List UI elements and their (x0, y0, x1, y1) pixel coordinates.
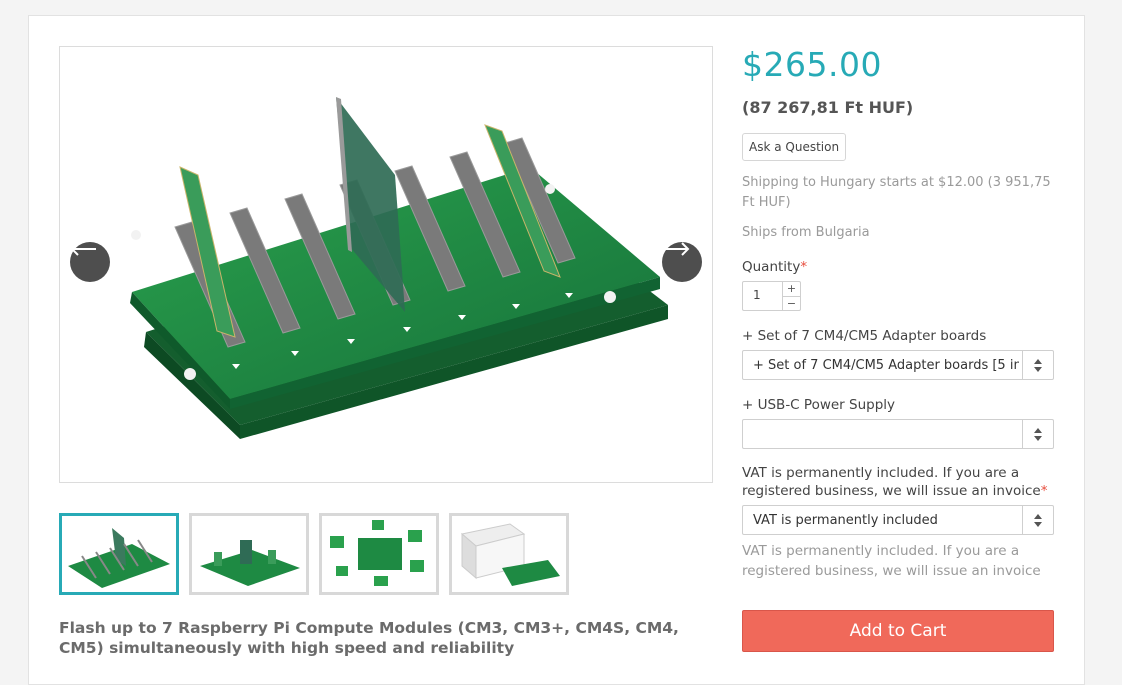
select-arrows-icon (1022, 506, 1053, 534)
shipping-info: Shipping to Hungary starts at $12.00 (3 … (742, 175, 1051, 210)
quantity-input[interactable]: 1 (753, 288, 761, 302)
vat-select-value: VAT is permanently included (753, 513, 938, 528)
product-card: Flash up to 7 Raspberry Pi Compute Modul… (28, 15, 1085, 685)
product-photo (130, 97, 668, 439)
vat-select[interactable]: VAT is permanently included (742, 505, 1054, 535)
thumbnail-4[interactable] (449, 513, 569, 595)
required-mark: * (1040, 483, 1048, 499)
arrow-right-icon (664, 242, 690, 256)
ships-from: Ships from Bulgaria (742, 225, 870, 240)
required-mark: * (800, 259, 808, 275)
price-local-currency: (87 267,81 Ft HUF) (742, 98, 914, 117)
thumbnail-image (460, 523, 560, 586)
thumbnail-1[interactable] (59, 513, 179, 595)
adapter-option-label: + Set of 7 CM4/CM5 Adapter boards (742, 328, 987, 344)
thumbnail-image (68, 528, 170, 588)
select-arrows-icon (1022, 420, 1053, 448)
increment-button[interactable]: + (783, 282, 800, 296)
psu-option-label: + USB-C Power Supply (742, 397, 896, 413)
thumbnail-strip (59, 513, 569, 595)
vat-option-label: VAT is permanently included. If you are … (742, 465, 1048, 499)
psu-select[interactable] (742, 419, 1054, 449)
product-description: Flash up to 7 Raspberry Pi Compute Modul… (59, 619, 679, 657)
ask-question-button[interactable]: Ask a Question (742, 133, 847, 161)
thumbnail-image (330, 520, 424, 586)
adapter-select-value: + Set of 7 CM4/CM5 Adapter boards [5 in … (753, 358, 1019, 373)
vat-note: VAT is permanently included. If you are … (742, 543, 1041, 579)
add-to-cart-button[interactable]: Add to Cart (742, 610, 1054, 652)
price: $265.00 (742, 45, 882, 84)
select-arrows-icon (1022, 351, 1053, 379)
quantity-stepper[interactable]: 1 + − (742, 281, 801, 311)
thumbnail-2[interactable] (189, 513, 309, 595)
quantity-label: Quantity* (742, 259, 808, 275)
next-image-button[interactable] (662, 242, 702, 282)
adapter-select[interactable]: + Set of 7 CM4/CM5 Adapter boards [5 in … (742, 350, 1054, 380)
thumbnail-image (200, 540, 300, 586)
main-product-image (59, 46, 713, 483)
thumbnail-3[interactable] (319, 513, 439, 595)
decrement-button[interactable]: − (783, 295, 800, 311)
arrow-left-icon (70, 242, 96, 256)
previous-image-button[interactable] (70, 242, 110, 282)
